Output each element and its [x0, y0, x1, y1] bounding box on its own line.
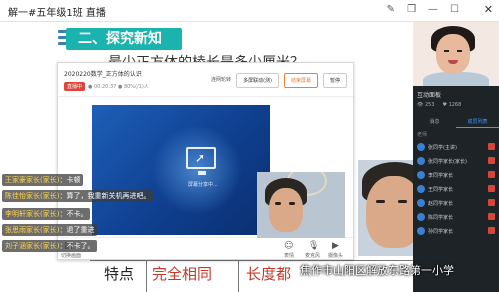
chat-message: 陈佳怡家长(家长)：算了，我重新关机再进吧。	[2, 190, 154, 202]
mic-off-icon[interactable]	[488, 157, 495, 164]
teacher-video[interactable]	[413, 22, 499, 86]
avatar	[417, 143, 425, 151]
table-divider	[238, 261, 239, 292]
chat-overlay: 王家豪家长(家长)：卡顿 陈佳怡家长(家长)：算了，我重新关机再进吧。 李明轩家…	[2, 168, 192, 258]
table-cell-faces: 完全相同	[152, 265, 213, 283]
panel-tabs: 消息 成员列表	[413, 116, 499, 128]
maximize-icon[interactable]: ☐	[450, 4, 459, 15]
tab-members[interactable]: 成员列表	[456, 116, 499, 128]
list-item[interactable]: 王同学家长	[413, 182, 499, 196]
teacher-eye	[444, 50, 449, 52]
share-header: 2020220数学_正方体的认识 直播中 ● 00:20:37 ● 80%(/1…	[58, 63, 353, 97]
student-video-small[interactable]	[257, 172, 345, 238]
student-face	[269, 188, 303, 232]
panel-stats: 👁 253 ♥ 1268	[417, 102, 461, 108]
multi-screen-button[interactable]: 多屏联动(测)	[236, 73, 279, 88]
list-item[interactable]: 赵同学家长	[413, 196, 499, 210]
avatar	[417, 171, 425, 179]
student-eye	[376, 200, 385, 203]
list-item[interactable]: 张同学(主讲)	[413, 140, 499, 154]
chat-message: 张思雨家长(家长)：退了重进	[2, 224, 98, 236]
mic-off-icon[interactable]	[488, 185, 495, 192]
avatar	[417, 227, 425, 235]
camera-icon[interactable]: ▶	[332, 241, 339, 251]
viewers-count: 👁 253	[417, 102, 435, 108]
avatar	[417, 199, 425, 207]
pause-button[interactable]: 暂停	[322, 73, 347, 88]
school-watermark: 焦作市山阳区解放东路第一小学	[300, 264, 454, 277]
member-list: 老师 张同学(主讲) 张同学家长(家长) 李同学家长 王同学家长 赵同学家长 陈…	[413, 130, 499, 238]
chat-message: 王家豪家长(家长)：卡顿	[2, 174, 84, 186]
student-eye	[275, 202, 281, 205]
window-title: 解一#五年级1班 直播	[8, 8, 106, 19]
link-rotate-button[interactable]: 连网轮转	[211, 73, 231, 88]
table-cell-edges: 长度都	[246, 265, 292, 283]
mic-off-icon[interactable]	[488, 213, 495, 220]
teacher-face	[436, 34, 470, 74]
minimize-icon[interactable]: —	[428, 4, 438, 15]
mic-off-icon[interactable]	[488, 199, 495, 206]
brush-icon[interactable]: ✎	[387, 4, 395, 15]
emoji-label: 表情	[284, 253, 295, 259]
emoji-icon[interactable]: ☺	[284, 241, 293, 251]
table-cell-feature: 特点	[104, 265, 135, 283]
interaction-panel: 互动面板 👁 253 ♥ 1268 消息 成员列表 老师 张同学(主讲) 张同学…	[413, 22, 499, 292]
panel-title: 互动面板	[417, 92, 442, 99]
list-item[interactable]: 孙同学家长	[413, 224, 499, 238]
avatar	[417, 213, 425, 221]
microphone-icon[interactable]: 🎙	[308, 241, 319, 251]
list-item[interactable]: 张同学家长(家长)	[413, 154, 499, 168]
end-share-button[interactable]: 结束屏幕	[283, 73, 318, 88]
close-icon[interactable]: ✕	[484, 3, 493, 16]
list-item[interactable]: 陈同学家长	[413, 210, 499, 224]
class-name: 2020220数学_正方体的认识	[64, 71, 142, 78]
live-meta: ● 00:20:37 ● 80%(/1)人	[88, 84, 149, 90]
chat-message: 刘子涵家长(家长)：不卡了。	[2, 240, 98, 252]
microphone-label: 麦克风	[305, 253, 321, 259]
student-eye	[289, 202, 295, 205]
window-titlebar: 解一#五年级1班 直播 ✎ ❐ — ☐ ✕	[0, 0, 499, 22]
desktop-caption: 屏幕分享中...	[188, 182, 218, 188]
live-badge: 直播中	[64, 82, 86, 91]
list-item[interactable]: 李同学家长	[413, 168, 499, 182]
table-divider	[146, 261, 147, 292]
avatar	[417, 157, 425, 165]
chat-message: 李明轩家长(家长)：不卡。	[2, 208, 91, 220]
share-arrow-icon: ➚	[195, 151, 206, 165]
mic-off-icon[interactable]	[488, 171, 495, 178]
student-eye	[398, 200, 407, 203]
mic-off-icon[interactable]	[488, 227, 495, 234]
tab-messages[interactable]: 消息	[413, 116, 456, 128]
copy-icon[interactable]: ❐	[407, 4, 416, 15]
teacher-shirt	[423, 72, 489, 86]
member-section-label: 老师	[417, 132, 428, 138]
mic-off-icon[interactable]	[488, 143, 495, 150]
avatar	[417, 185, 425, 193]
likes-count: ♥ 1268	[442, 102, 462, 108]
teacher-eye	[457, 50, 462, 52]
camera-label: 摄像头	[328, 253, 344, 259]
section-banner: 二、探究新知	[66, 28, 182, 50]
